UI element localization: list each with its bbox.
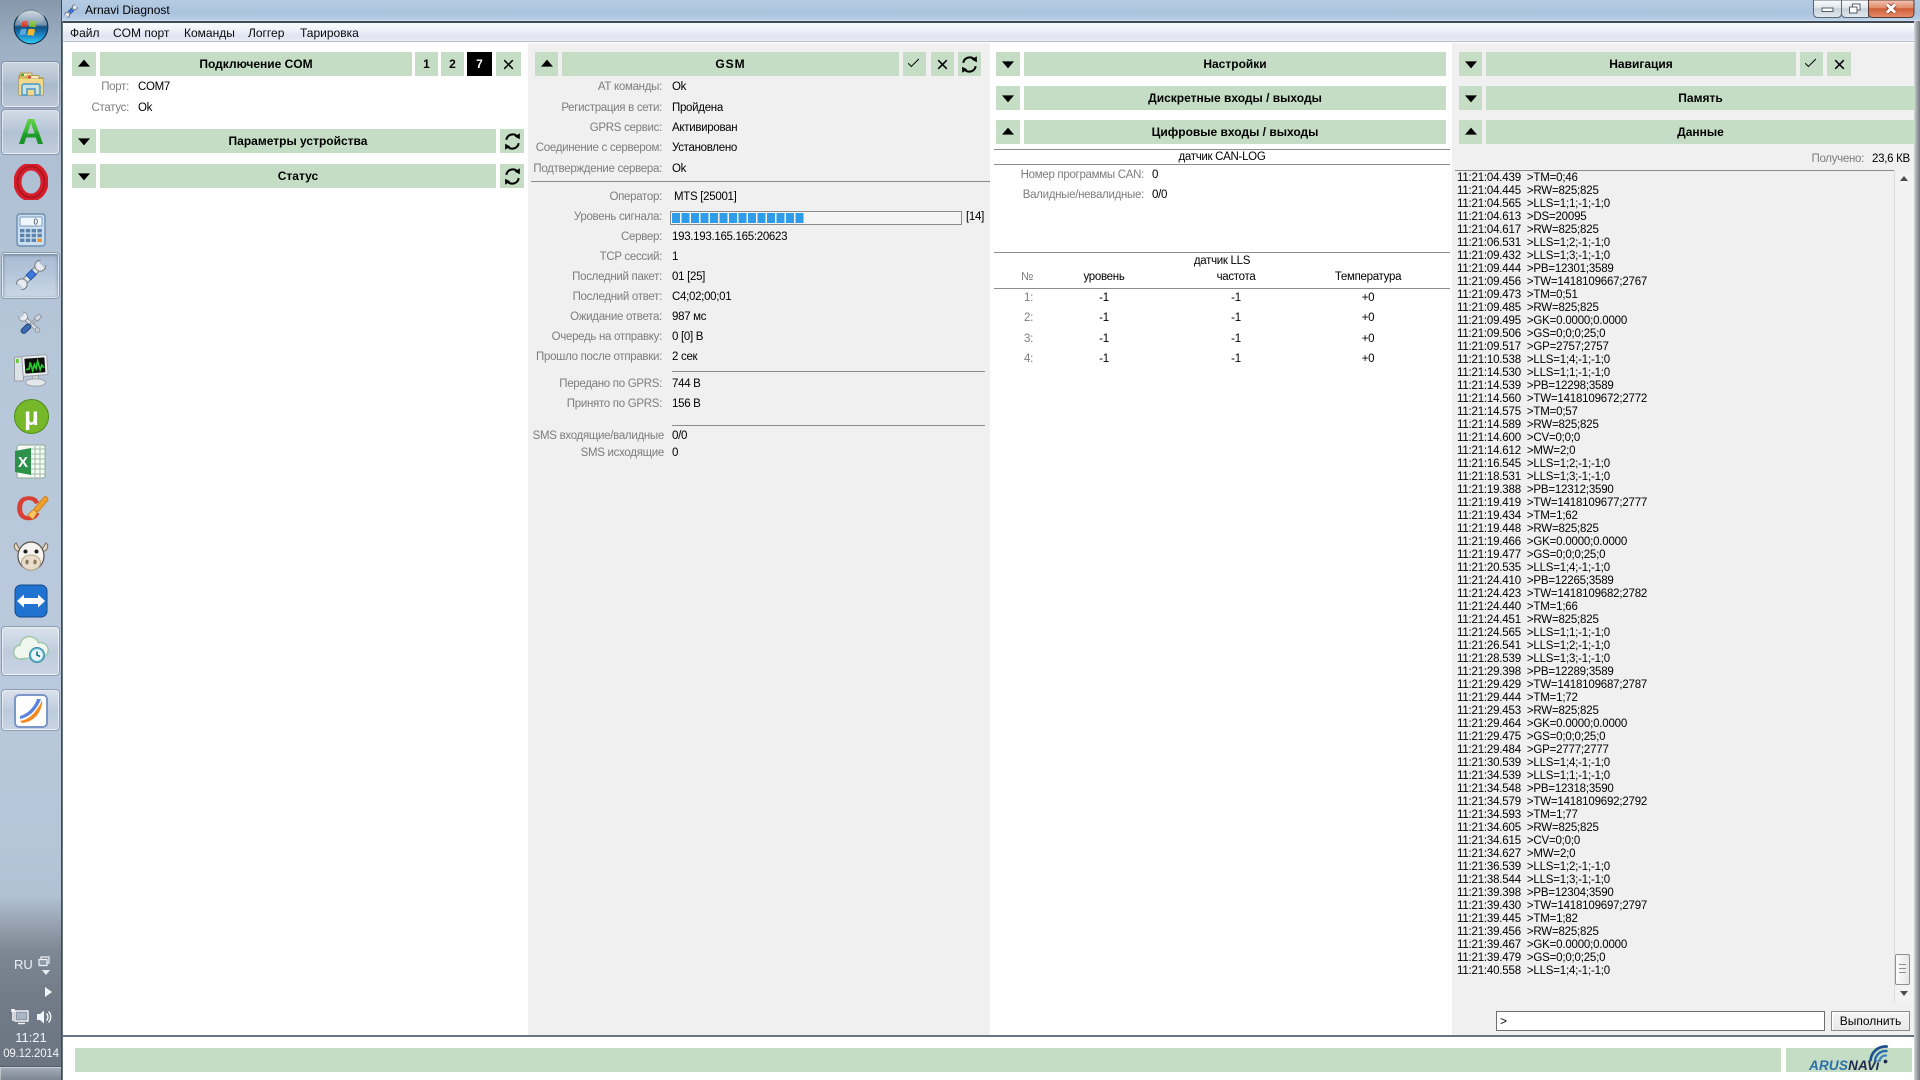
svg-text:µ: µ xyxy=(24,403,38,431)
svg-text:X: X xyxy=(18,454,28,471)
svg-text:0: 0 xyxy=(34,218,39,227)
